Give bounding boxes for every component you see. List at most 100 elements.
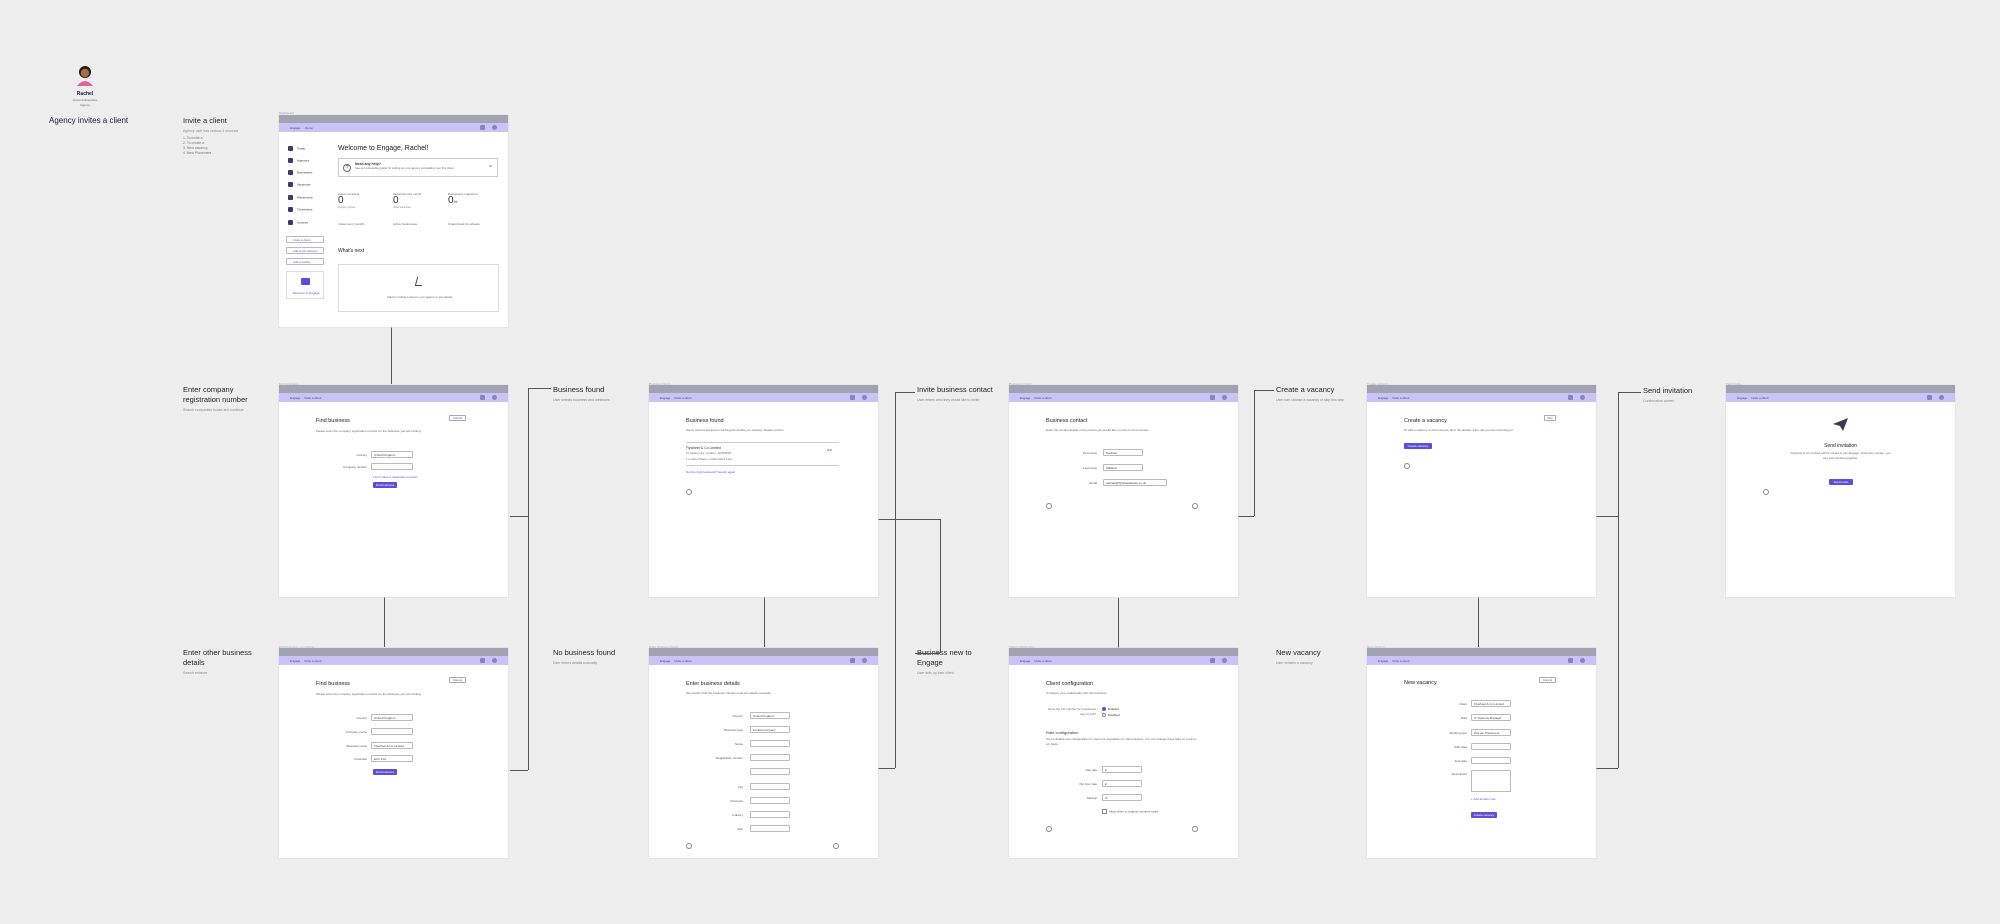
back-arrow-icon[interactable]	[1763, 489, 1769, 495]
postcode-input[interactable]	[750, 797, 790, 804]
search-again-link[interactable]: Not the right business? Search again	[686, 470, 735, 474]
apps-icon[interactable]	[480, 658, 485, 663]
user-icon[interactable]	[1580, 395, 1585, 400]
step-business-found: Business found User selects business and…	[553, 385, 610, 402]
user-icon[interactable]	[1222, 658, 1227, 663]
country-select[interactable]: United Kingdom	[371, 451, 413, 458]
top-nav: Engage Invite a client	[1367, 393, 1596, 402]
skip-button[interactable]: Skip	[1544, 415, 1556, 421]
hour-rate-input[interactable]: £	[1102, 780, 1142, 787]
sidebar-item-placements[interactable]: Placements	[288, 195, 313, 200]
create-vacancy-button[interactable]: Create vacancy	[1471, 812, 1497, 818]
last-name-input[interactable]: Williams	[1103, 464, 1143, 471]
user-icon[interactable]	[1939, 395, 1944, 400]
user-icon[interactable]	[492, 658, 497, 663]
city-input[interactable]	[750, 783, 790, 790]
cancel-button[interactable]: Cancel	[1539, 677, 1556, 683]
crn-input[interactable]	[371, 463, 413, 470]
address-input[interactable]	[750, 768, 790, 775]
country-select[interactable]: United Kingdom	[750, 712, 790, 719]
email-input[interactable]: rachael@flywheelandco.co.uk	[1103, 479, 1167, 486]
apps-icon[interactable]	[480, 125, 485, 130]
business-type-select[interactable]: Limited company	[750, 726, 790, 733]
sidebar-item-today[interactable]: Today	[288, 146, 305, 151]
back-arrow-icon[interactable]	[1046, 826, 1052, 832]
user-icon[interactable]	[492, 125, 497, 130]
sidebar-item-agencies[interactable]: Agencies	[288, 158, 309, 163]
company-name-input[interactable]	[371, 728, 413, 735]
apps-icon[interactable]	[850, 395, 855, 400]
add-role-link[interactable]: + Add another role	[1471, 797, 1496, 801]
top-nav: Engage Invite a client	[1367, 656, 1596, 665]
user-icon[interactable]	[862, 395, 867, 400]
start-date-input[interactable]	[1471, 743, 1511, 750]
create-vacancy-button[interactable]: Create vacancy	[1404, 443, 1432, 449]
persona-role: Account Executive Agency	[72, 98, 98, 107]
day-rate-input[interactable]: £	[1102, 766, 1142, 773]
back-arrow-icon[interactable]	[686, 843, 692, 849]
client-select[interactable]: Flywheel & Co Limited	[1471, 700, 1511, 707]
connector	[528, 388, 529, 770]
back-arrow-icon[interactable]	[686, 489, 692, 495]
apps-icon[interactable]	[480, 395, 485, 400]
connector	[510, 770, 528, 771]
radio-disabled[interactable]: Disabled	[1102, 713, 1120, 718]
name-input[interactable]	[750, 740, 790, 747]
industry-select[interactable]	[750, 811, 790, 818]
overtime-checkbox[interactable]: Allow client to request overtime rates	[1102, 809, 1158, 814]
edit-link[interactable]: Edit	[827, 448, 832, 452]
apps-icon[interactable]	[1210, 658, 1215, 663]
end-date-input[interactable]	[1471, 757, 1511, 764]
sidebar-item-vacancies[interactable]: Vacancies	[288, 182, 311, 187]
forward-arrow-icon[interactable]	[1192, 503, 1198, 509]
registration-input[interactable]	[750, 754, 790, 761]
add-vacancy-button[interactable]: Add a job vacancy	[286, 247, 324, 254]
user-icon[interactable]	[1222, 395, 1227, 400]
find-business-button[interactable]: Find business	[373, 482, 397, 488]
invite-client-button[interactable]: Invite a client	[286, 236, 324, 243]
user-icon[interactable]	[492, 395, 497, 400]
stat-card: Vacancies this month 0 Open vacancies	[393, 192, 422, 209]
forward-arrow-icon[interactable]	[833, 843, 839, 849]
nav-logo[interactable]: Engage	[290, 126, 300, 130]
no-number-link[interactable]: I don't have a registration number	[373, 475, 418, 479]
nav-item-home[interactable]: Home	[305, 126, 313, 130]
page-title: Welcome to Engage, Rachel!	[338, 145, 429, 152]
markup-input[interactable]: %	[1102, 794, 1142, 801]
user-icon[interactable]	[862, 658, 867, 663]
working-type-select[interactable]: Pay per Placement	[1471, 729, 1511, 736]
postcode-input[interactable]: EC1 1AA	[371, 755, 413, 762]
description-textarea[interactable]	[1471, 770, 1511, 792]
close-icon[interactable]: ×	[489, 164, 492, 170]
sidebar-item-businesses[interactable]: Businesses	[288, 170, 312, 175]
step-enter-crn: Enter company registration number Search…	[183, 385, 248, 412]
connector	[1237, 516, 1254, 517]
first-name-input[interactable]: Rachael	[1103, 449, 1143, 456]
top-nav: Engage Invite a client	[1009, 393, 1238, 402]
connector	[1618, 392, 1619, 768]
apps-icon[interactable]	[1927, 395, 1932, 400]
connector	[384, 595, 385, 647]
radio-enabled[interactable]: Enabled	[1102, 707, 1119, 712]
forward-arrow-icon[interactable]	[1192, 826, 1198, 832]
send-invite-button[interactable]: Send invite	[1829, 479, 1853, 485]
add-worker-button[interactable]: Add a worker	[286, 258, 324, 265]
apps-icon[interactable]	[1210, 395, 1215, 400]
sidebar-item-invoices[interactable]: Invoices	[288, 220, 308, 225]
back-arrow-icon[interactable]	[1404, 463, 1410, 469]
apps-icon[interactable]	[850, 658, 855, 663]
back-arrow-icon[interactable]	[1046, 503, 1052, 509]
cancel-button[interactable]: Cancel	[449, 415, 466, 421]
apps-icon[interactable]	[1568, 658, 1573, 663]
paper-plane-icon	[1833, 418, 1848, 431]
country-select[interactable]: United Kingdom	[371, 714, 413, 721]
business-name-input[interactable]: Flywheel & Co Limited	[371, 742, 413, 749]
find-business-button[interactable]: Find business	[373, 769, 397, 775]
user-icon[interactable]	[1580, 658, 1585, 663]
sidebar-item-timesheets[interactable]: Timesheets	[288, 207, 312, 212]
role-select[interactable]: IT Systems Manager	[1471, 714, 1511, 721]
flow-canvas: Rachel Account Executive Agency Agency in…	[0, 0, 2000, 924]
cancel-button[interactable]: Cancel	[449, 677, 466, 683]
size-select[interactable]	[750, 825, 790, 832]
apps-icon[interactable]	[1568, 395, 1573, 400]
